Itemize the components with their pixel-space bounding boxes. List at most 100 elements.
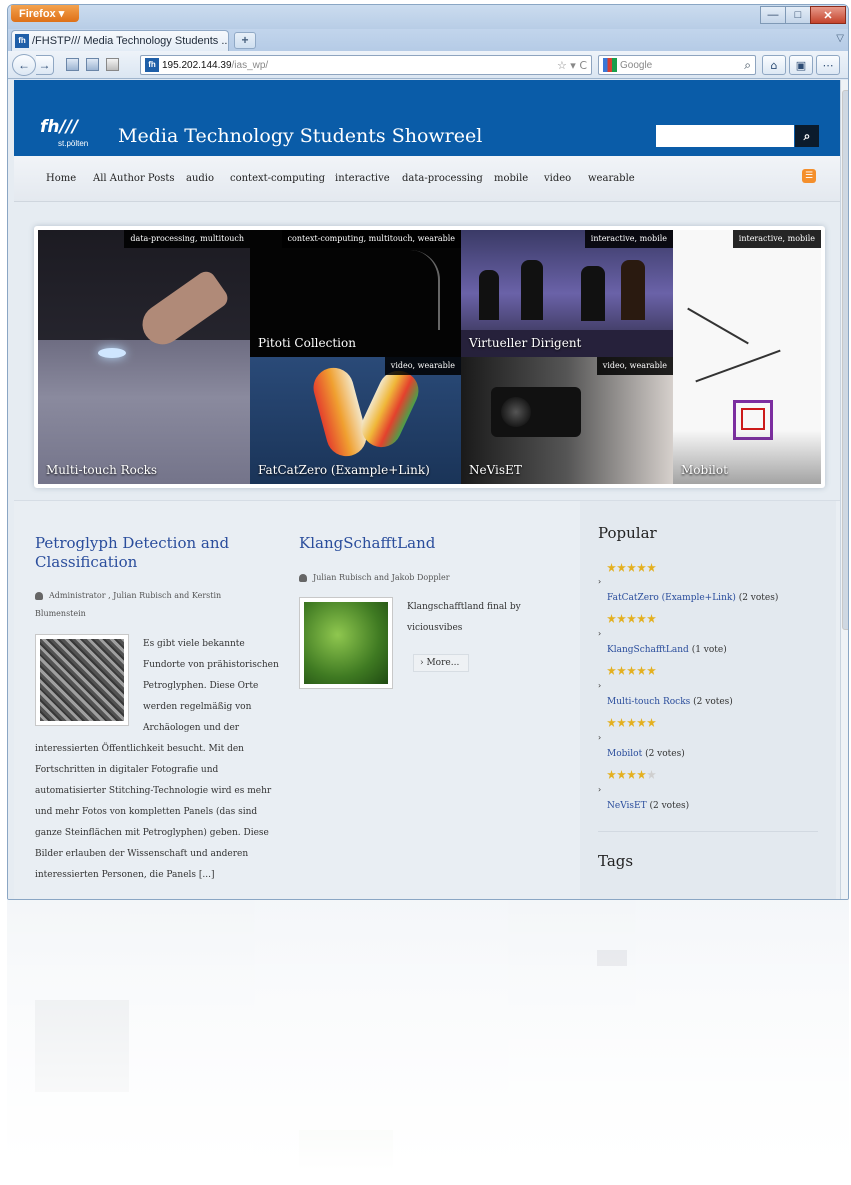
star-filled-icon[interactable] (617, 666, 626, 675)
post-thumbnail-klangschafftland[interactable] (299, 597, 393, 689)
new-tab-button[interactable]: + (234, 32, 256, 49)
star-filled-icon[interactable] (617, 770, 626, 779)
star-filled-icon[interactable] (607, 666, 616, 675)
slide-caption[interactable]: Multi-touch Rocks (46, 463, 157, 477)
star-filled-icon[interactable] (637, 770, 646, 779)
star-filled-icon[interactable] (627, 718, 636, 727)
star-filled-icon[interactable] (607, 718, 616, 727)
window-reflection (7, 900, 849, 1185)
star-filled-icon[interactable] (637, 666, 646, 675)
rating-stars[interactable] (607, 718, 667, 728)
slide-mobilot[interactable]: interactive, mobile Mobilot (673, 230, 821, 484)
star-filled-icon[interactable] (637, 718, 646, 727)
slide-nevisET[interactable]: video, wearable NeVisET (461, 357, 673, 484)
excerpt-line: werden regelmäßig von (143, 702, 252, 712)
menu-item-data-processing[interactable]: data-processing (402, 173, 483, 184)
site-search-input[interactable] (656, 125, 794, 147)
slide-multi-touch-rocks[interactable]: data-processing, multitouch Multi-touch … (38, 230, 250, 484)
star-empty-icon[interactable] (647, 770, 656, 779)
content-area: Petroglyph Detection and Classification … (14, 500, 840, 899)
firefox-menu-button[interactable]: Firefox ▾ (11, 5, 79, 22)
maximize-button[interactable]: □ (785, 6, 811, 24)
address-bar[interactable]: fh 195.202.144.39/ias_wp/ ☆ ▾ C (140, 55, 592, 75)
home-icon[interactable]: ⌂ (762, 55, 786, 75)
navigation-toolbar: ← → fh 195.202.144.39/ias_wp/ ☆ ▾ C Goog… (8, 51, 848, 79)
back-button[interactable]: ← (12, 54, 36, 76)
site-search-button[interactable]: ⌕ (795, 125, 819, 147)
scrollbar-thumb[interactable] (842, 90, 848, 630)
fh-logo[interactable]: fh/// (40, 117, 78, 137)
rating-stars[interactable] (607, 563, 667, 573)
popular-item-fatcatzero[interactable]: FatCatZero (Example+Link) (2 votes) (607, 593, 778, 603)
popular-item-title[interactable]: Mobilot (607, 749, 642, 759)
star-filled-icon[interactable] (627, 614, 636, 623)
star-filled-icon[interactable] (627, 666, 636, 675)
close-window-button[interactable]: ✕ (810, 6, 846, 24)
search-bar[interactable]: Google ⌕ (598, 55, 756, 75)
menu-item-all-author-posts[interactable]: All Author Posts (93, 173, 175, 184)
fh-logo-subtitle: st.pölten (58, 139, 89, 148)
popular-item-title[interactable]: Multi-touch Rocks (607, 697, 690, 707)
star-filled-icon[interactable] (627, 563, 636, 572)
search-icon[interactable]: ⌕ (744, 58, 751, 73)
popular-item-title[interactable]: FatCatZero (Example+Link) (607, 593, 736, 603)
popular-item-nevisET[interactable]: NeVisET (2 votes) (607, 801, 689, 811)
star-filled-icon[interactable] (607, 770, 616, 779)
post-title-klangschafftland[interactable]: KlangSchafftLand (299, 534, 435, 553)
menu-item-video[interactable]: video (544, 173, 571, 184)
rss-feed-icon[interactable]: ☰ (802, 169, 816, 183)
menu-item-home[interactable]: Home (46, 173, 76, 184)
slide-caption[interactable]: NeVisET (469, 463, 522, 477)
tab-list-dropdown-icon[interactable]: ▽ (836, 33, 844, 44)
slide-caption[interactable]: Virtueller Dirigent (469, 336, 581, 350)
slide-pitoti-collection[interactable]: context-computing, multitouch, wearable … (250, 230, 461, 357)
popular-item-title[interactable]: NeVisET (607, 801, 647, 811)
menu-item-audio[interactable]: audio (186, 173, 214, 184)
popular-item-title[interactable]: KlangSchafftLand (607, 645, 689, 655)
slide-caption[interactable]: Mobilot (681, 463, 728, 477)
addon-icon-2[interactable] (86, 58, 99, 71)
post-title-petroglyph[interactable]: Petroglyph Detection and Classification (35, 534, 229, 572)
star-filled-icon[interactable] (607, 563, 616, 572)
star-filled-icon[interactable] (637, 614, 646, 623)
site-title[interactable]: Media Technology Students Showreel (118, 125, 482, 147)
print-icon[interactable] (106, 58, 119, 71)
forward-button[interactable]: → (36, 55, 54, 75)
post-thumbnail-petroglyph[interactable] (35, 634, 129, 726)
popular-item-mobilot[interactable]: Mobilot (2 votes) (607, 749, 685, 759)
browser-tab-active[interactable]: fh /FHSTP/// Media Technology Students .… (11, 30, 229, 51)
extension-icon[interactable]: ▣ (789, 55, 813, 75)
post-title-line[interactable]: Classification (35, 553, 229, 572)
rating-stars[interactable] (607, 666, 667, 676)
addon-icon-1[interactable] (66, 58, 79, 71)
bookmark-reload-icons[interactable]: ☆ ▾ C (557, 59, 587, 72)
slide-caption[interactable]: FatCatZero (Example+Link) (258, 463, 430, 477)
post-title-line[interactable]: Petroglyph Detection and (35, 534, 229, 553)
star-filled-icon[interactable] (647, 666, 656, 675)
menu-item-interactive[interactable]: interactive (335, 173, 390, 184)
page-scrollbar[interactable] (840, 80, 848, 899)
popular-item-klangschafftland[interactable]: KlangSchafftLand (1 vote) (607, 645, 727, 655)
menu-item-context-computing[interactable]: context-computing (230, 173, 325, 184)
menu-item-mobile[interactable]: mobile (494, 173, 528, 184)
google-engine-icon[interactable] (603, 58, 617, 72)
star-filled-icon[interactable] (617, 614, 626, 623)
menu-item-wearable[interactable]: wearable (588, 173, 635, 184)
star-filled-icon[interactable] (647, 563, 656, 572)
popular-item-multi-touch-rocks[interactable]: Multi-touch Rocks (2 votes) (607, 697, 733, 707)
star-filled-icon[interactable] (607, 614, 616, 623)
star-filled-icon[interactable] (627, 770, 636, 779)
star-filled-icon[interactable] (617, 563, 626, 572)
slide-caption[interactable]: Pitoti Collection (258, 336, 356, 350)
star-filled-icon[interactable] (637, 563, 646, 572)
overflow-menu-icon[interactable]: ⋯ (816, 55, 840, 75)
minimize-button[interactable]: — (760, 6, 786, 24)
slide-fatcatzero[interactable]: video, wearable FatCatZero (Example+Link… (250, 357, 461, 484)
star-filled-icon[interactable] (617, 718, 626, 727)
slide-virtueller-dirigent[interactable]: interactive, mobile Virtueller Dirigent (461, 230, 673, 357)
star-filled-icon[interactable] (647, 614, 656, 623)
rating-stars[interactable] (607, 770, 667, 780)
more-button[interactable]: › More... (413, 654, 469, 672)
rating-stars[interactable] (607, 614, 667, 624)
star-filled-icon[interactable] (647, 718, 656, 727)
